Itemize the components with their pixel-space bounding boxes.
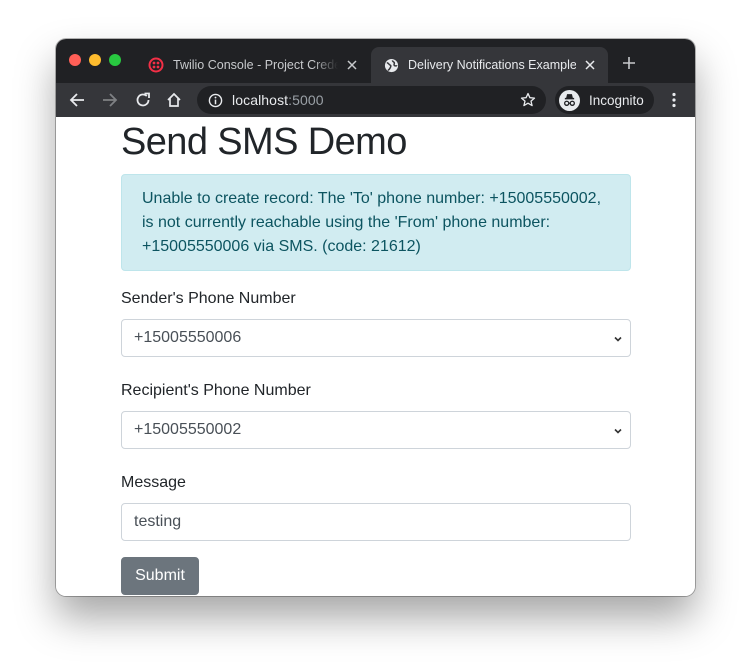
- maximize-window-button[interactable]: [109, 54, 121, 66]
- message-input[interactable]: testing: [121, 503, 631, 541]
- reload-button[interactable]: [131, 88, 155, 112]
- recipient-label: Recipient's Phone Number: [121, 382, 311, 399]
- incognito-indicator[interactable]: Incognito: [555, 86, 654, 114]
- arrow-left-icon: [69, 93, 84, 107]
- submit-button[interactable]: Submit: [121, 557, 199, 595]
- minimize-window-button[interactable]: [89, 54, 101, 66]
- page-title: Send SMS Demo: [121, 121, 407, 163]
- chevron-down-icon: [614, 428, 622, 434]
- content-container: Send SMS Demo Unable to create record: T…: [121, 117, 631, 595]
- url-port: :5000: [288, 92, 324, 108]
- tab-title: Delivery Notifications Example: [408, 58, 576, 72]
- incognito-label: Incognito: [589, 92, 644, 108]
- recipient-select[interactable]: +15005550002: [121, 411, 631, 449]
- url-text: localhost:5000: [232, 92, 324, 108]
- close-window-button[interactable]: [69, 54, 81, 66]
- page-content: Send SMS Demo Unable to create record: T…: [56, 117, 695, 596]
- twilio-icon: [148, 57, 164, 73]
- browser-window: Twilio Console - Project Credentials Del…: [56, 39, 695, 596]
- browser-menu-button[interactable]: [663, 88, 685, 112]
- close-tab-icon[interactable]: [344, 57, 360, 73]
- site-info-icon[interactable]: [206, 91, 224, 109]
- sender-selected-value: +15005550006: [134, 329, 242, 346]
- chevron-down-icon: [614, 336, 622, 342]
- incognito-icon: [559, 89, 580, 111]
- close-tab-icon[interactable]: [582, 57, 598, 73]
- bookmark-star-icon[interactable]: [519, 91, 537, 109]
- error-alert: Unable to create record: The 'To' phone …: [121, 174, 631, 271]
- recipient-selected-value: +15005550002: [134, 421, 242, 438]
- message-field-group: Message testing: [121, 471, 631, 541]
- tab-strip: Twilio Console - Project Credentials Del…: [56, 39, 695, 83]
- arrow-right-icon: [103, 93, 118, 107]
- plus-icon: [623, 57, 635, 69]
- tab-delivery-notifications[interactable]: Delivery Notifications Example: [371, 47, 608, 83]
- sender-field-group: Sender's Phone Number +15005550006: [121, 287, 631, 357]
- home-button[interactable]: [162, 88, 186, 112]
- new-tab-button[interactable]: [619, 53, 639, 73]
- reload-icon: [136, 92, 150, 107]
- message-label: Message: [121, 474, 186, 491]
- kebab-menu-icon: [672, 92, 676, 108]
- url-host: localhost: [232, 92, 289, 108]
- back-button[interactable]: [65, 88, 89, 112]
- recipient-field-group: Recipient's Phone Number +15005550002: [121, 379, 631, 449]
- sender-label: Sender's Phone Number: [121, 290, 296, 307]
- globe-icon: [383, 57, 399, 73]
- tab-twilio-console[interactable]: Twilio Console - Project Credentials: [140, 47, 370, 83]
- address-bar[interactable]: localhost:5000: [197, 86, 546, 114]
- tab-title: Twilio Console - Project Credentials: [173, 58, 338, 72]
- message-value: testing: [134, 513, 182, 530]
- browser-toolbar: localhost:5000 Incognito: [56, 83, 695, 117]
- forward-button[interactable]: [98, 88, 122, 112]
- sender-select[interactable]: +15005550006: [121, 319, 631, 357]
- home-icon: [167, 92, 181, 107]
